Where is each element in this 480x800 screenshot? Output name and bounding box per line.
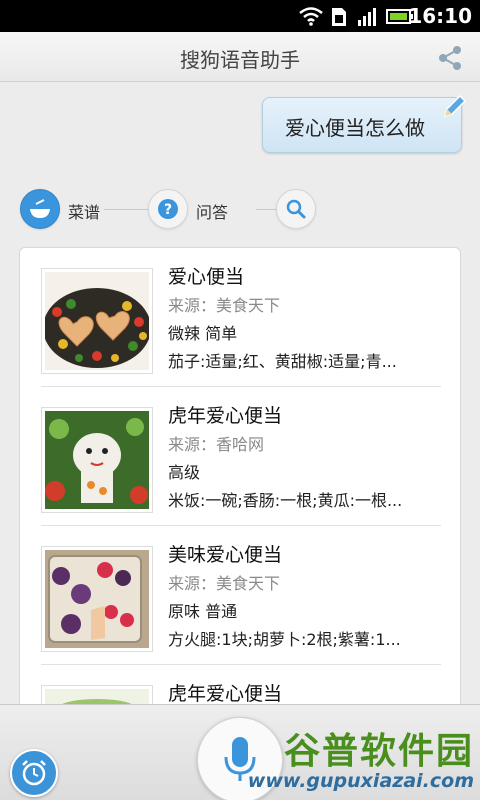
recipe-item[interactable]: 美味爱心便当 来源：美食天下 原味 普通 方火腿:1块;胡萝卜:2根;紫薯:1.… — [20, 526, 460, 665]
tab-recipe-label[interactable]: 菜谱 — [68, 199, 100, 223]
recipe-tags: 原味 普通 — [168, 602, 238, 621]
recipe-item[interactable]: 虎年爱心便当 来源：香哈网 高级 米饭:一碗;香肠:一根;黄瓜:一根... — [20, 387, 460, 526]
user-query-text: 爱心便当怎么做 — [285, 116, 425, 140]
clock: 16:10 — [408, 4, 472, 28]
recipe-source: 来源：美食天下 — [168, 296, 281, 315]
recipe-thumbnail — [41, 268, 153, 374]
recipe-tags: 微辣 简单 — [168, 324, 238, 343]
alarm-button[interactable] — [10, 749, 58, 797]
recipe-source: 来源：香哈网 — [168, 435, 265, 454]
tab-qa-label[interactable]: 问答 — [196, 199, 228, 223]
tab-connector — [104, 209, 150, 210]
watermark-brand: 谷普软件园 — [283, 731, 474, 772]
recipe-thumbnail — [41, 407, 153, 513]
wifi-icon — [299, 7, 323, 26]
pencil-icon[interactable] — [439, 92, 469, 122]
tab-qa[interactable]: ? — [148, 189, 188, 229]
recipe-ingredients: 方火腿:1块;胡萝卜:2根;紫薯:1... — [168, 630, 401, 649]
page-title: 搜狗语音助手 — [180, 48, 300, 72]
question-icon: ? — [158, 199, 178, 219]
svg-text:?: ? — [164, 202, 172, 218]
watermark: 谷普软件园 www.gupuxiazai.com — [248, 722, 480, 800]
signal-icon — [358, 8, 376, 26]
bento-heart-image — [45, 272, 149, 370]
bento-tiger-image — [45, 411, 149, 509]
share-icon[interactable] — [436, 44, 464, 72]
tab-recipe[interactable] — [20, 189, 60, 229]
recipe-title: 爱心便当 — [168, 266, 245, 288]
tab-connector — [256, 209, 276, 210]
recipe-thumbnail — [41, 546, 153, 652]
watermark-url: www.gupuxiazai.com — [247, 770, 474, 792]
tab-search[interactable] — [276, 189, 316, 229]
search-icon — [286, 199, 306, 219]
user-query-bubble[interactable]: 爱心便当怎么做 — [262, 94, 467, 153]
recipe-title: 虎年爱心便当 — [168, 405, 283, 427]
bowl-icon — [30, 199, 50, 226]
recipe-ingredients: 茄子:适量;红、黄甜椒:适量;青... — [168, 352, 397, 371]
sim-card-icon — [332, 8, 346, 26]
recipe-item[interactable]: 爱心便当 来源：美食天下 微辣 简单 茄子:适量;红、黄甜椒:适量;青... — [20, 248, 460, 387]
status-bar: 16:10 — [0, 0, 480, 32]
recipe-list-card: 爱心便当 来源：美食天下 微辣 简单 茄子:适量;红、黄甜椒:适量;青... 虎… — [19, 247, 461, 717]
title-bar: 搜狗语音助手 — [0, 32, 480, 82]
alarm-clock-icon — [22, 760, 46, 786]
recipe-title: 虎年爱心便当 — [168, 683, 283, 705]
category-tabs: 菜谱 ? 问答 — [20, 187, 320, 233]
bento-box-image — [45, 550, 149, 648]
recipe-tags: 高级 — [168, 463, 201, 482]
recipe-source: 来源：美食天下 — [168, 574, 281, 593]
recipe-ingredients: 米饭:一碗;香肠:一根;黄瓜:一根... — [168, 491, 403, 510]
recipe-title: 美味爱心便当 — [168, 544, 283, 566]
